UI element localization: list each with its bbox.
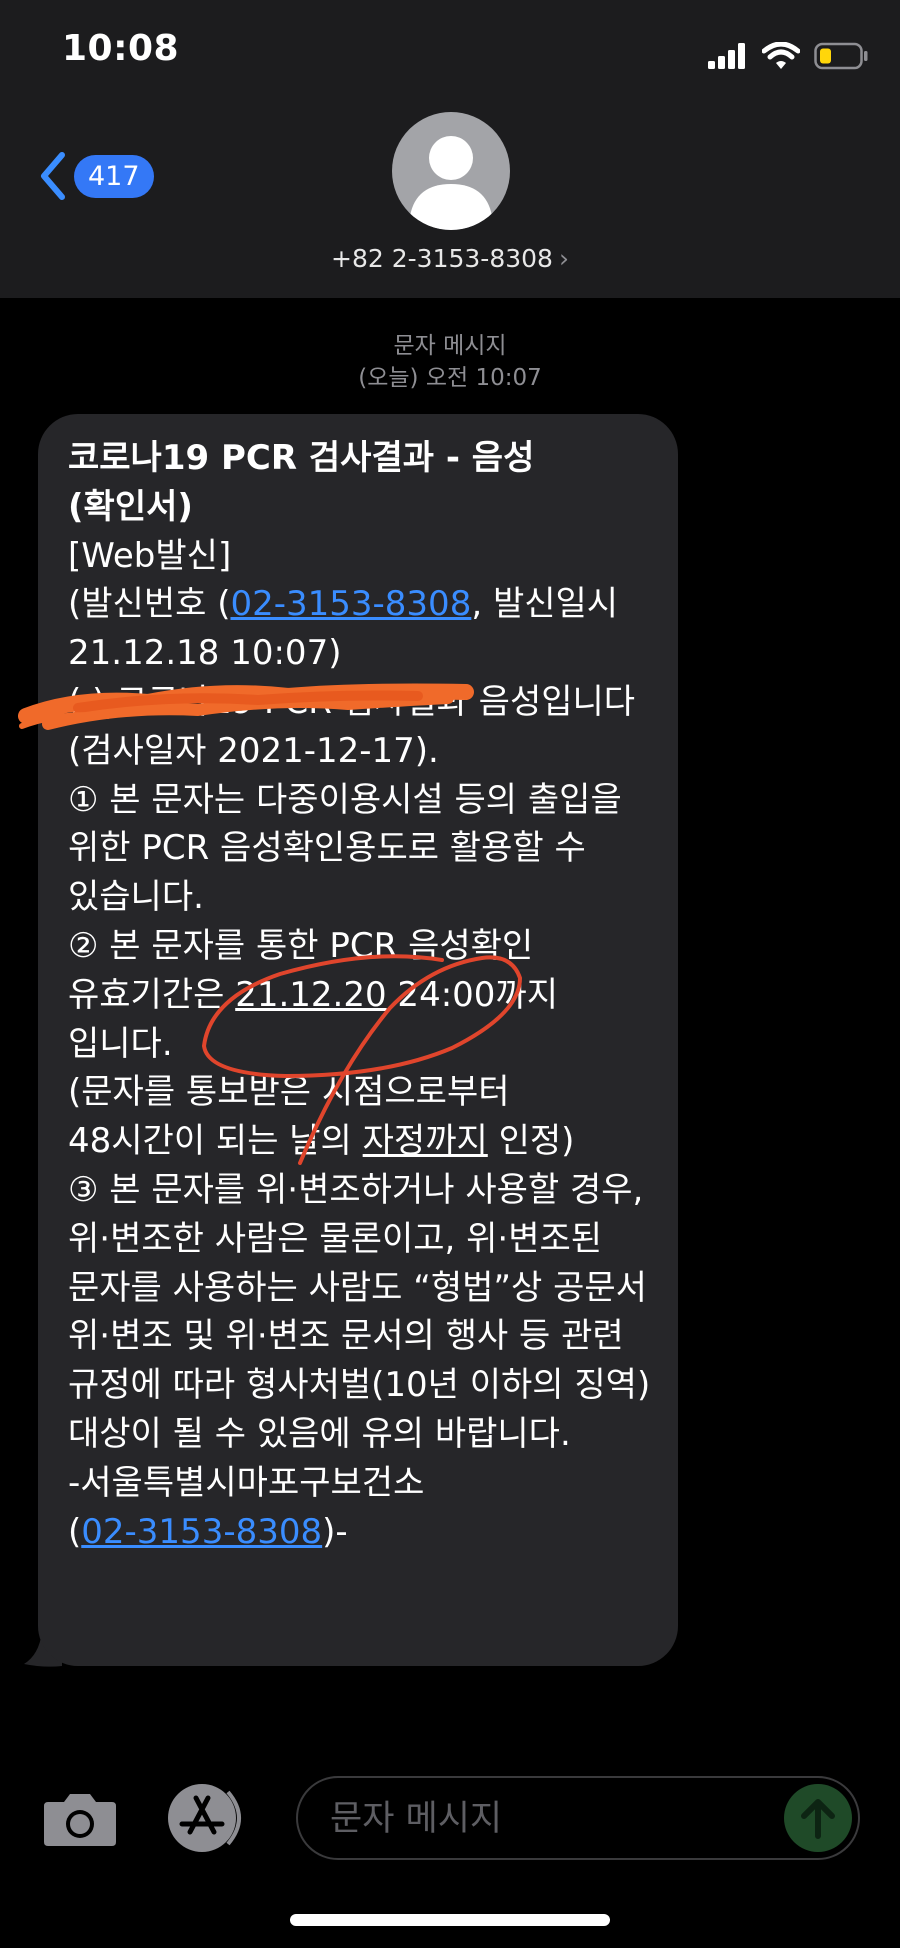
status-time: 10:08 xyxy=(62,28,180,69)
home-indicator xyxy=(290,1914,610,1926)
send-button[interactable] xyxy=(784,1784,852,1852)
message-input[interactable] xyxy=(328,1790,772,1848)
footer-phone-link[interactable]: 02-3153-8308 xyxy=(81,1512,322,1552)
note-post: 인정) xyxy=(487,1121,575,1162)
message-bubble[interactable]: 코로나19 PCR 검사결과 - 음성(확인서) [Web발신] (발신번호 (… xyxy=(38,414,678,1666)
contact-avatar[interactable] xyxy=(392,112,510,230)
signature: -서울특별시마포구보건소 xyxy=(68,1462,425,1503)
camera-button[interactable] xyxy=(42,1790,118,1848)
battery-low-icon xyxy=(814,42,868,70)
result-line: ( ) 코로나19 PCR 검사결과 음성입니다(검사일자 2021-12-17… xyxy=(68,681,636,771)
footer-close: )- xyxy=(322,1511,348,1552)
app-store-icon xyxy=(168,1784,241,1852)
notice-item-1: ① 본 문자는 다중이용시설 등의 출입을 위한 PCR 음성확인용도로 활용할… xyxy=(68,779,622,918)
camera-icon xyxy=(44,1794,116,1846)
chevron-right-icon: › xyxy=(558,244,569,273)
message-body: 코로나19 PCR 검사결과 - 음성(확인서) [Web발신] (발신번호 (… xyxy=(68,434,654,1556)
status-icons xyxy=(708,38,868,74)
chevron-left-icon xyxy=(41,152,65,200)
note-midnight-link[interactable]: 자정까지 xyxy=(363,1121,488,1161)
contact-name[interactable]: +82 2-3153-8308 › xyxy=(0,244,900,273)
person-icon xyxy=(410,136,492,230)
contact-number: +82 2-3153-8308 xyxy=(331,244,553,273)
unread-count-badge: 417 xyxy=(74,154,154,198)
wifi-icon xyxy=(762,42,800,69)
app-store-button[interactable] xyxy=(166,1782,246,1854)
messages-screen: 10:08 417 +82 2-3153-8308 › 문자 메시지 (오늘) … xyxy=(0,0,900,1948)
thread-meta: 문자 메시지 (오늘) 오전 10:07 xyxy=(0,330,900,394)
message-input-container[interactable] xyxy=(296,1776,860,1860)
service-label: 문자 메시지 xyxy=(393,333,507,359)
notice-item-3: ③ 본 문자를 위·변조하거나 사용할 경우, 위·변조한 사람은 물론이고, … xyxy=(68,1169,651,1454)
sender-phone-link[interactable]: 02-3153-8308 xyxy=(230,584,471,624)
message-timestamp: (오늘) 오전 10:07 xyxy=(358,365,542,391)
back-button[interactable]: 417 xyxy=(38,148,154,204)
validity-date-link[interactable]: 21.12.20 xyxy=(235,975,386,1015)
arrow-up-icon xyxy=(801,1799,835,1839)
message-title: 코로나19 PCR 검사결과 - 음성(확인서) xyxy=(68,438,535,527)
sender-prefix: (발신번호 ( xyxy=(68,584,231,625)
footer-open: ( xyxy=(68,1511,82,1552)
cellular-signal-icon xyxy=(708,43,745,69)
conversation-header: 10:08 417 +82 2-3153-8308 › xyxy=(0,0,900,298)
web-tag: [Web발신] xyxy=(68,535,232,576)
